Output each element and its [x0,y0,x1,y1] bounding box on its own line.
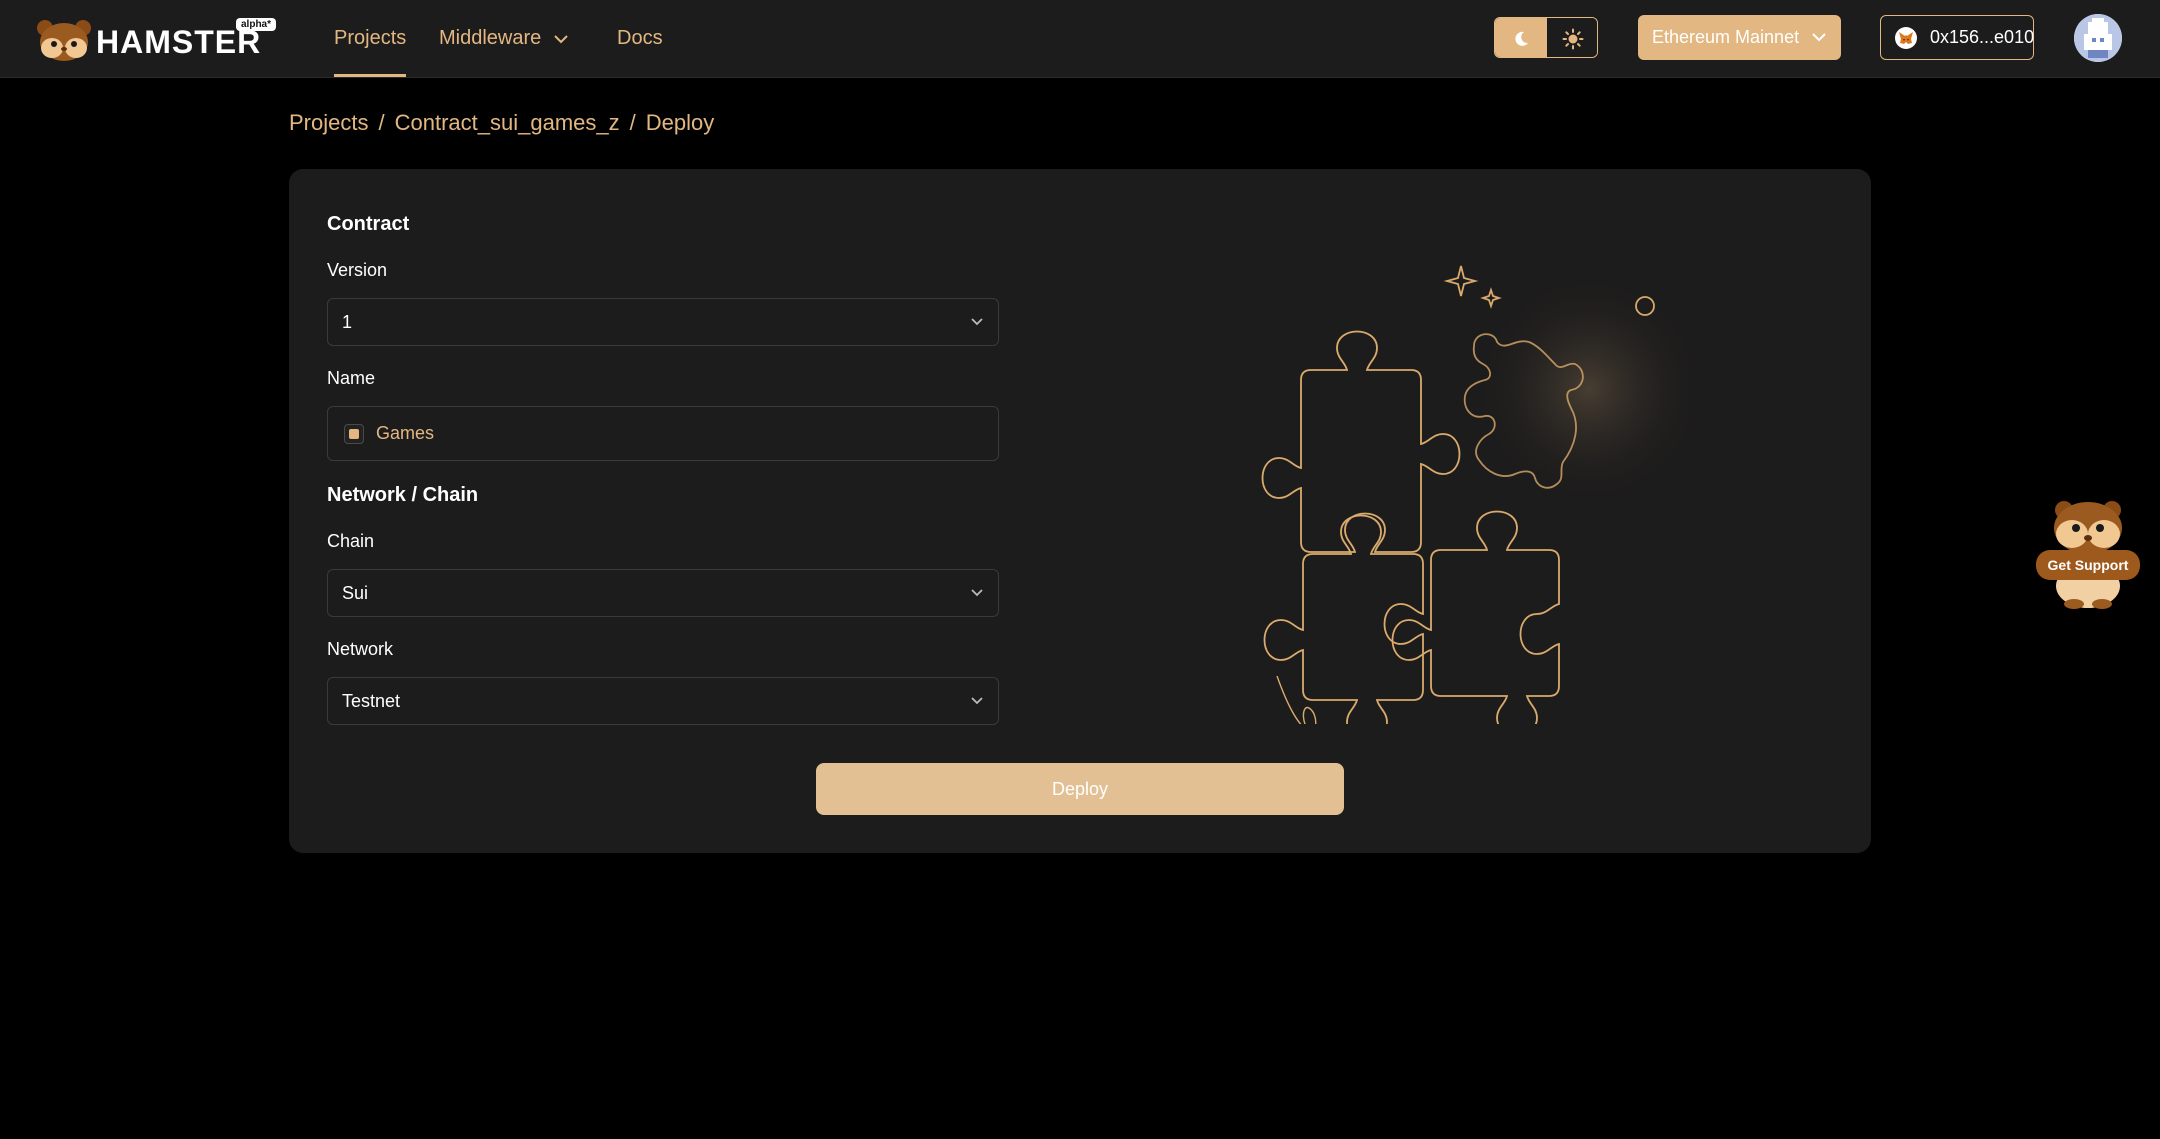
breadcrumb-projects[interactable]: Projects [289,110,368,135]
nav-projects-label: Projects [334,27,407,49]
theme-toggle [1494,17,1598,58]
puzzle-illustration [1261,265,1689,724]
chain-select-value: Sui [342,583,369,603]
chevron-down-icon [971,589,983,597]
avatar-icon [2074,14,2122,62]
wallet-button[interactable]: 0x156...e010 [1880,15,2034,60]
chevron-down-icon [1812,33,1826,42]
version-select[interactable]: 1 [327,298,999,346]
light-mode-button[interactable] [1547,18,1597,57]
network-label: Network [327,639,394,659]
get-support-label: Get Support [2036,550,2140,580]
get-support-widget[interactable]: Get Support [2034,498,2142,610]
nav-docs-label: Docs [617,27,663,49]
breadcrumb-separator: / [629,110,636,135]
name-label: Name [327,368,376,388]
hamster-logo[interactable]: HAMSTER alpha* [36,18,277,62]
nav-projects[interactable]: Projects [334,0,407,77]
dark-mode-button[interactable] [1495,18,1547,57]
version-label: Version [327,260,388,280]
chevron-down-icon [971,697,983,705]
network-select[interactable]: Ethereum Mainnet [1638,15,1841,60]
name-field-value: Games [376,423,435,443]
contract-section-title: Contract [327,213,410,235]
user-avatar[interactable] [2074,14,2122,62]
chain-select[interactable]: Sui [327,569,999,617]
chain-label: Chain [327,531,375,551]
network-select-field[interactable]: Testnet [327,677,999,725]
deploy-button[interactable]: Deploy [816,763,1344,815]
metamask-fox-icon [1895,27,1917,49]
chevron-down-icon [554,35,568,44]
network-select-value: Ethereum Mainnet [1652,27,1800,47]
breadcrumb-separator: / [378,110,385,135]
breadcrumb-contract[interactable]: Contract_sui_games_z [395,110,620,135]
chevron-down-icon [971,318,983,326]
hamster-logo-icon [37,20,91,61]
network-chain-section-title: Network / Chain [327,484,479,506]
active-tab-underline [334,74,407,77]
nav-docs[interactable]: Docs [617,0,663,77]
sun-icon [1562,28,1584,49]
name-field[interactable]: Games [327,406,999,461]
nav-middleware-label: Middleware [439,27,542,49]
moon-icon [1515,31,1528,46]
version-select-value: 1 [342,312,353,332]
breadcrumb: Projects / Contract_sui_games_z / Deploy [289,110,714,136]
breadcrumb-deploy: Deploy [645,110,715,135]
name-checkbox[interactable] [344,424,364,444]
nav-middleware-dropdown[interactable]: Middleware [439,0,569,77]
network-field-value: Testnet [342,691,401,711]
deploy-card: Contract Version 1 Name Games Network / … [289,169,1871,853]
top-navigation-bar: HAMSTER alpha* Projects Middleware Docs [0,0,2160,78]
alpha-badge: alpha* [236,18,277,31]
wallet-address: 0x156...e010 [1930,27,2035,47]
